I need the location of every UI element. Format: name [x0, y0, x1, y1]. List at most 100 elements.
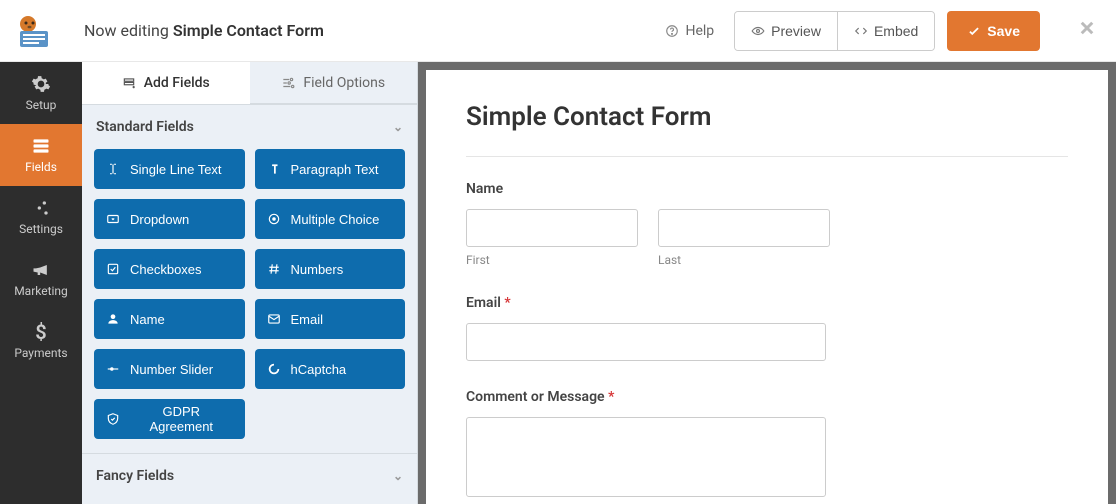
- sidebar-item-marketing[interactable]: Marketing: [0, 248, 82, 310]
- close-icon: [1078, 19, 1096, 37]
- now-editing-prefix: Now editing: [84, 21, 173, 40]
- last-name-input[interactable]: [658, 209, 830, 247]
- radio-icon: [267, 212, 281, 226]
- form-field-comment[interactable]: Comment or Message *: [466, 389, 1068, 501]
- sidebar-label-marketing: Marketing: [14, 284, 68, 298]
- required-mark: *: [504, 295, 510, 311]
- field-hcaptcha[interactable]: hCaptcha: [255, 349, 406, 389]
- field-numbers[interactable]: Numbers: [255, 249, 406, 289]
- wpforms-logo: [14, 11, 54, 51]
- section-standard-fields[interactable]: Standard Fields ⌄: [82, 104, 417, 149]
- field-label: GDPR Agreement: [130, 404, 233, 434]
- left-sidebar: Setup Fields Settings Marketing $ Paymen…: [0, 62, 82, 504]
- sidebar-label-setup: Setup: [26, 98, 57, 112]
- tab-field-options[interactable]: Field Options: [250, 62, 418, 104]
- comment-label: Comment or Message *: [466, 389, 1068, 405]
- gear-icon: [31, 74, 51, 94]
- field-label: Multiple Choice: [291, 212, 380, 227]
- text-cursor-icon: [106, 162, 120, 176]
- dollar-icon: $: [35, 322, 46, 342]
- top-bar-actions: Help Preview Embed Save: [657, 11, 1096, 51]
- form-canvas: Simple Contact Form Name First Last Emai…: [426, 70, 1108, 504]
- preview-label: Preview: [771, 23, 821, 39]
- field-name[interactable]: Name: [94, 299, 245, 339]
- sidebar-item-payments[interactable]: $ Payments: [0, 310, 82, 372]
- form-field-email[interactable]: Email *: [466, 295, 1068, 361]
- section-fancy-label: Fancy Fields: [96, 468, 174, 484]
- envelope-icon: [267, 312, 281, 326]
- top-bar: Now editing Simple Contact Form Help Pre…: [0, 0, 1116, 62]
- help-icon: [665, 24, 679, 38]
- panel-tabs: Add Fields Field Options: [82, 62, 417, 104]
- section-standard-label: Standard Fields: [96, 119, 194, 135]
- sidebar-label-fields: Fields: [25, 160, 57, 174]
- bullhorn-icon: [31, 260, 51, 280]
- standard-fields-grid: Single Line Text Paragraph Text Dropdown…: [82, 149, 417, 453]
- sidebar-label-settings: Settings: [19, 222, 63, 236]
- field-label: Dropdown: [130, 212, 189, 227]
- form-title: Simple Contact Form: [466, 102, 1068, 132]
- captcha-icon: [267, 362, 281, 376]
- required-mark: *: [608, 389, 614, 405]
- comment-label-text: Comment or Message: [466, 389, 605, 405]
- sidebar-item-fields[interactable]: Fields: [0, 124, 82, 186]
- email-label: Email *: [466, 295, 1068, 311]
- field-label: Numbers: [291, 262, 344, 277]
- save-button[interactable]: Save: [947, 11, 1040, 51]
- first-sublabel: First: [466, 253, 638, 267]
- embed-button[interactable]: Embed: [837, 12, 934, 50]
- add-fields-icon: [122, 76, 136, 90]
- check-icon: [967, 24, 981, 38]
- sidebar-item-settings[interactable]: Settings: [0, 186, 82, 248]
- first-name-input[interactable]: [466, 209, 638, 247]
- comment-textarea[interactable]: [466, 417, 826, 497]
- tab-add-fields[interactable]: Add Fields: [82, 62, 250, 104]
- fields-icon: [31, 136, 51, 156]
- now-editing-text: Now editing Simple Contact Form: [84, 21, 324, 40]
- canvas-wrap: Simple Contact Form Name First Last Emai…: [418, 62, 1116, 504]
- field-label: Name: [130, 312, 165, 327]
- chevron-down-icon: ⌄: [393, 469, 403, 483]
- field-multiple-choice[interactable]: Multiple Choice: [255, 199, 406, 239]
- field-single-line-text[interactable]: Single Line Text: [94, 149, 245, 189]
- field-label: hCaptcha: [291, 362, 347, 377]
- field-label: Single Line Text: [130, 162, 222, 177]
- help-label: Help: [685, 23, 714, 39]
- close-button[interactable]: [1078, 18, 1096, 43]
- editing-form-name: Simple Contact Form: [173, 21, 324, 40]
- form-field-name[interactable]: Name First Last: [466, 181, 1068, 267]
- sidebar-item-setup[interactable]: Setup: [0, 62, 82, 124]
- field-label: Paragraph Text: [291, 162, 379, 177]
- chevron-down-icon: ⌄: [393, 120, 403, 134]
- eye-icon: [751, 24, 765, 38]
- divider: [466, 156, 1068, 157]
- field-label: Number Slider: [130, 362, 213, 377]
- user-icon: [106, 312, 120, 326]
- main-area: Setup Fields Settings Marketing $ Paymen…: [0, 62, 1116, 504]
- embed-icon: [854, 24, 868, 38]
- last-sublabel: Last: [658, 253, 830, 267]
- save-label: Save: [987, 23, 1020, 39]
- tab-add-fields-label: Add Fields: [144, 75, 210, 91]
- tab-field-options-label: Field Options: [303, 75, 385, 91]
- field-email[interactable]: Email: [255, 299, 406, 339]
- hash-icon: [267, 262, 281, 276]
- field-label: Email: [291, 312, 324, 327]
- name-label: Name: [466, 181, 1068, 197]
- help-button[interactable]: Help: [657, 17, 722, 45]
- preview-button[interactable]: Preview: [735, 12, 837, 50]
- field-paragraph-text[interactable]: Paragraph Text: [255, 149, 406, 189]
- field-label: Checkboxes: [130, 262, 202, 277]
- shield-check-icon: [106, 412, 120, 426]
- fields-panel: Add Fields Field Options Standard Fields…: [82, 62, 418, 504]
- embed-label: Embed: [874, 23, 918, 39]
- field-gdpr-agreement[interactable]: GDPR Agreement: [94, 399, 245, 439]
- preview-embed-group: Preview Embed: [734, 11, 935, 51]
- field-dropdown[interactable]: Dropdown: [94, 199, 245, 239]
- field-number-slider[interactable]: Number Slider: [94, 349, 245, 389]
- email-input[interactable]: [466, 323, 826, 361]
- paragraph-icon: [267, 162, 281, 176]
- field-checkboxes[interactable]: Checkboxes: [94, 249, 245, 289]
- section-fancy-fields[interactable]: Fancy Fields ⌄: [82, 453, 417, 498]
- checkbox-icon: [106, 262, 120, 276]
